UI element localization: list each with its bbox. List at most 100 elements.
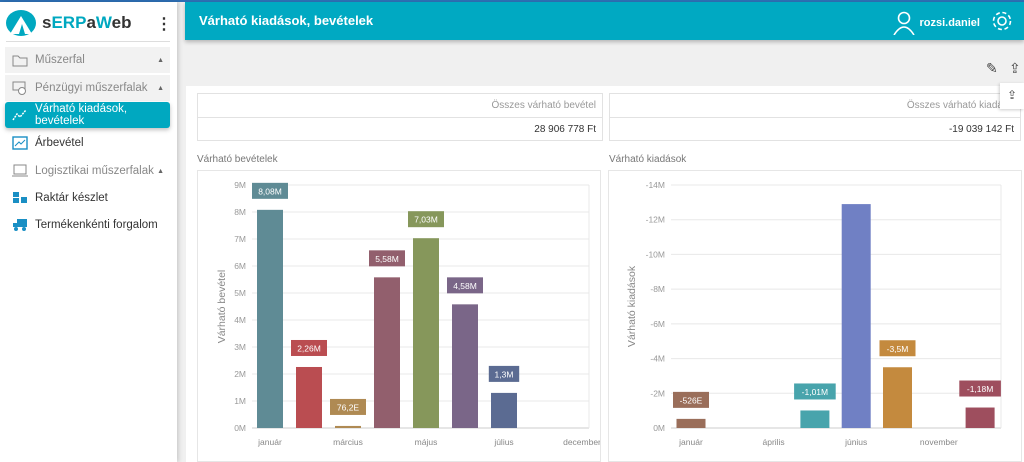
y-tick-label: -2M [650, 388, 665, 398]
sidebar-item-termekenkenti[interactable]: Termékenkénti forgalom [5, 212, 170, 238]
summary-expense: Összes várható kiadás -19 039 142 Ft [609, 93, 1021, 141]
chart-title-income: Várható bevételek [197, 154, 278, 165]
bar [491, 392, 517, 428]
data-label: 7,03M [414, 215, 438, 225]
x-tick-label: november [920, 437, 958, 447]
x-tick-label: december [563, 437, 601, 447]
x-tick-label: július [493, 437, 513, 447]
x-tick-label: január [678, 437, 703, 447]
data-label: 2,26M [297, 343, 321, 353]
bar [965, 407, 995, 428]
data-label: -3,5M [887, 344, 909, 354]
divider [6, 41, 170, 42]
sidebar-item-logisztikai[interactable]: Logisztikai műszerfalak ▲ [5, 158, 170, 184]
y-tick-label: -4M [650, 354, 665, 364]
share-icon[interactable]: ⇪ [1009, 60, 1021, 77]
warehouse-icon [12, 191, 28, 205]
logo-icon [6, 10, 36, 36]
bar [374, 277, 400, 428]
y-tick-label: 0M [234, 423, 246, 433]
x-tick-label: március [333, 437, 363, 447]
username: rozsi.daniel [919, 17, 980, 29]
caret-up-icon: ▲ [157, 167, 164, 175]
page-title: Várható kiadások, bevételek [199, 13, 374, 28]
data-label: 5,58M [375, 254, 399, 264]
logo[interactable]: sERPaWeb [6, 8, 132, 38]
bar [413, 238, 439, 428]
data-label: 4,58M [453, 281, 477, 291]
y-tick-label: 2M [234, 369, 246, 379]
sidebar-item-label: Műszerfal [35, 54, 85, 66]
sidebar-item-label: Várható kiadások, bevételek [35, 103, 128, 127]
y-tick-label: 6M [234, 261, 246, 271]
x-tick-label: április [762, 437, 784, 447]
data-label: 8,08M [258, 186, 282, 196]
user-menu[interactable]: rozsi.daniel [893, 11, 980, 35]
sidebar-item-arbevetel[interactable]: Árbevétel [5, 130, 170, 156]
x-tick-label: január [257, 437, 282, 447]
sidebar-item-label: Termékenkénti forgalom [35, 219, 158, 231]
summary-label: Összes várható kiadás [610, 94, 1020, 118]
bar [452, 304, 478, 428]
bar [883, 367, 912, 428]
summary-income: Összes várható bevétel 28 906 778 Ft [197, 93, 603, 141]
revenue-chart-icon [12, 136, 28, 150]
bar [676, 418, 706, 428]
sidebar-item-penzugyi[interactable]: Pénzügyi műszerfalak ▲ [5, 75, 170, 101]
x-tick-label: május [415, 437, 438, 447]
summary-value: 28 906 778 Ft [534, 124, 596, 135]
y-axis-label: Várható bevétel [216, 270, 228, 344]
sidebar-item-label: Raktár készlet [35, 192, 108, 204]
y-tick-label: 0M [653, 423, 665, 433]
y-tick-label: -10M [646, 249, 665, 259]
summary-label: Összes várható bevétel [198, 94, 602, 118]
y-tick-label: 3M [234, 342, 246, 352]
data-label: 76,2E [337, 402, 360, 412]
truck-icon [12, 218, 28, 232]
sidebar-item-raktar[interactable]: Raktár készlet [5, 185, 170, 211]
bar [296, 366, 322, 428]
money-icon [12, 81, 28, 95]
folder-icon [12, 53, 28, 67]
bar [800, 410, 830, 428]
caret-up-icon: ▲ [157, 84, 164, 92]
bar [841, 204, 871, 428]
expense-chart: 0M -2M -4M -6M -8M -10M -12M -14M Várható kiadás… [608, 170, 1022, 462]
data-label: 1,3M [495, 369, 514, 379]
y-tick-label: 7M [234, 234, 246, 244]
chart-title-expense: Várható kiadások [609, 154, 687, 165]
more-menu-icon[interactable]: ⋮ [156, 14, 172, 34]
sidebar-item-varhato[interactable]: Várható kiadások, bevételek [5, 102, 170, 128]
user-icon [893, 11, 916, 35]
sidebar-item-label: Pénzügyi műszerfalak [35, 82, 148, 94]
y-tick-label: 4M [234, 315, 246, 325]
y-axis-label: Várható kiadások [626, 265, 638, 347]
edit-icon[interactable]: ✎ [986, 60, 998, 77]
data-label: -1,01M [802, 387, 828, 397]
data-label: -526E [680, 395, 703, 405]
gear-icon[interactable] [990, 9, 1014, 33]
y-tick-label: -14M [646, 180, 665, 190]
y-tick-label: 9M [234, 180, 246, 190]
y-tick-label: -12M [646, 215, 665, 225]
box-icon [12, 164, 28, 178]
trend-chart-icon [12, 108, 28, 122]
income-chart: 0M 1M 2M 3M 4M 5M 6M 7M 8M 9M Várható bevétel januá… [197, 170, 601, 462]
caret-up-icon: ▲ [157, 56, 164, 64]
summary-value: -19 039 142 Ft [948, 124, 1014, 135]
y-tick-label: -6M [650, 319, 665, 329]
sidebar-item-muszerfal[interactable]: Műszerfal ▲ [5, 47, 170, 73]
bar [257, 209, 283, 428]
x-tick-label: június [844, 437, 867, 447]
y-tick-label: 5M [234, 288, 246, 298]
sidebar-item-label: Logisztikai műszerfalak [35, 165, 154, 177]
y-tick-label: 1M [234, 396, 246, 406]
bar [335, 425, 361, 428]
logo-text: sERPaWeb [42, 13, 132, 32]
y-tick-label: -8M [650, 284, 665, 294]
sidebar: sERPaWeb ⋮ Műszerfal ▲ Pénzügyi műszerfa… [0, 2, 177, 462]
share-icon[interactable]: ⇪ [1000, 83, 1024, 109]
y-tick-label: 8M [234, 207, 246, 217]
data-label: -1,18M [967, 384, 993, 394]
sidebar-item-label: Árbevétel [35, 137, 84, 149]
